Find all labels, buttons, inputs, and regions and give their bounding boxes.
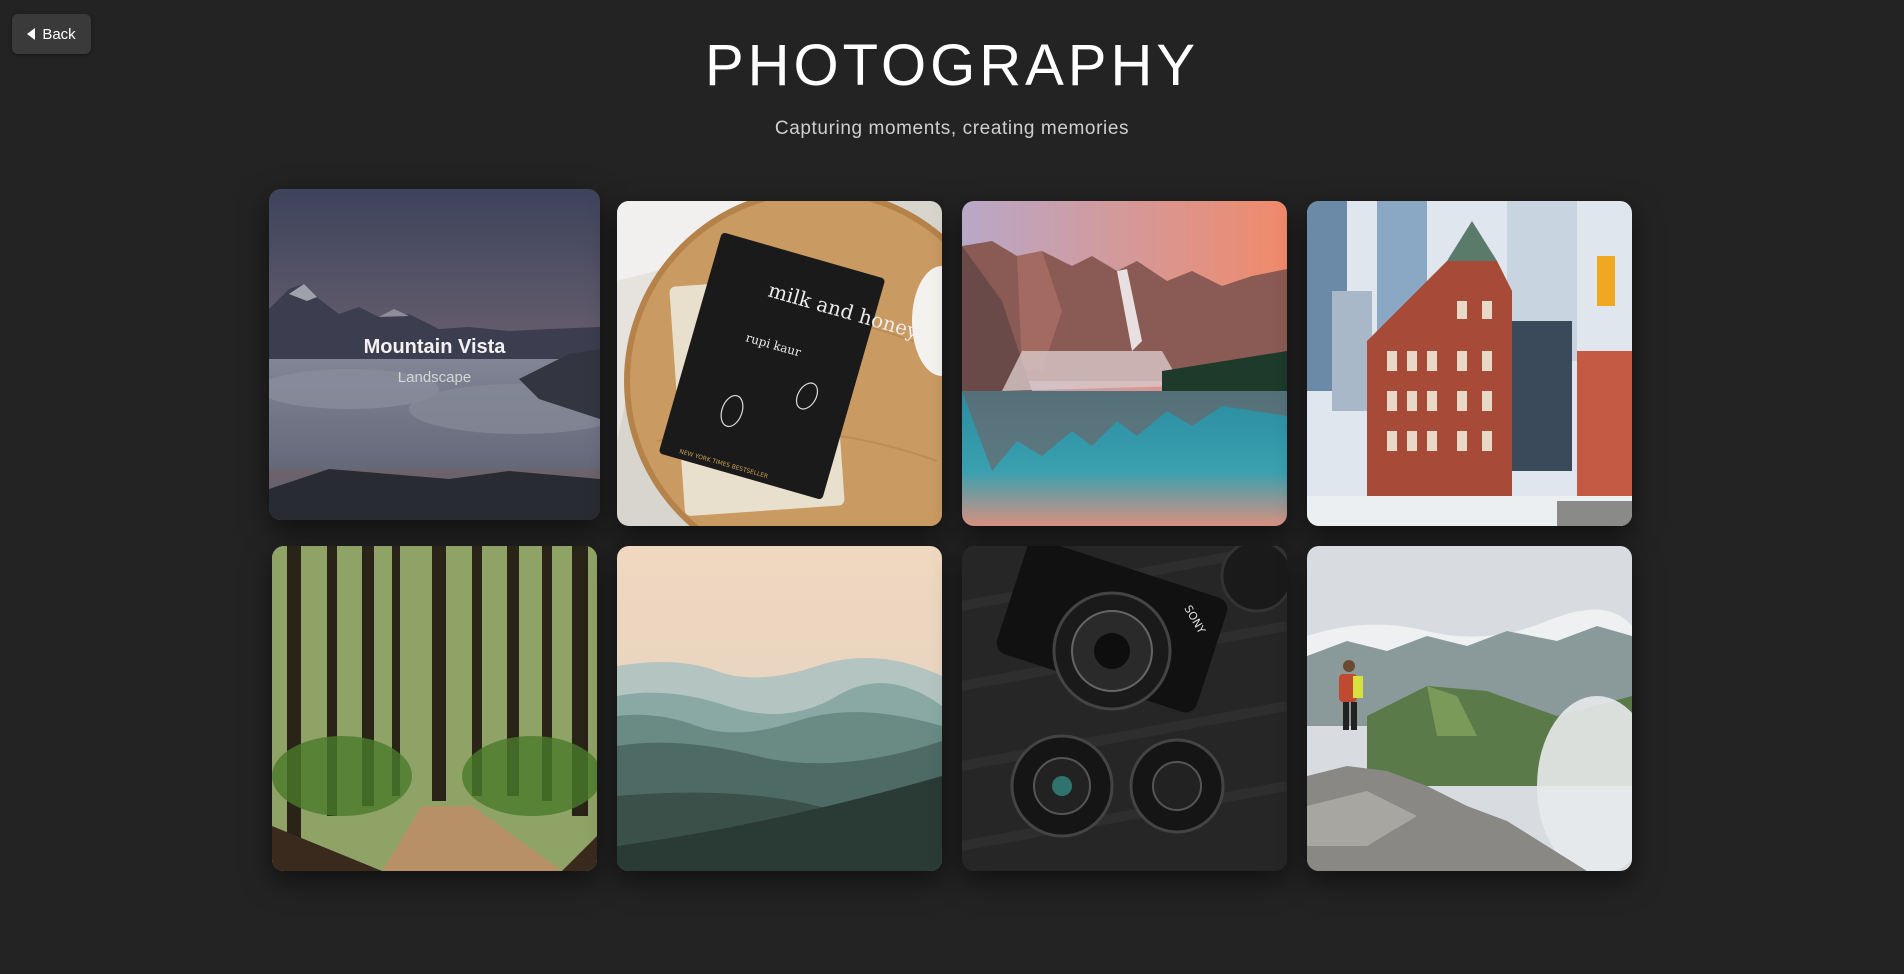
gallery-item-camera[interactable]: SONY [962,546,1287,871]
photo-title: Mountain Vista [363,335,506,358]
gallery-item-lake[interactable] [962,201,1287,526]
gallery-item-ridges[interactable] [617,546,942,871]
hiker-on-cliff-image [1307,546,1632,871]
gallery-item-book[interactable]: milk and honey rupi kaur NEW YORK TIMES … [617,201,942,526]
gallery-item-forest[interactable] [272,546,597,871]
misty-mountain-ridges-image [617,546,942,871]
camera-and-lenses-image: SONY [962,546,1287,871]
gallery-item-hiker[interactable] [1307,546,1632,871]
book-on-table-image: milk and honey rupi kaur NEW YORK TIMES … [617,201,942,526]
gallery-item-mountain-vista[interactable]: Mountain Vista Landscape [269,189,600,520]
gallery-item-city[interactable] [1307,201,1632,526]
photo-category: Landscape [397,368,472,386]
mountain-lake-reflection-image [962,201,1287,526]
forest-path-image [272,546,597,871]
hover-overlay: Mountain Vista Landscape [269,189,600,520]
red-brick-building-city-image [1307,201,1632,526]
photo-gallery: Mountain Vista Landscape milk and honey … [0,0,1904,974]
